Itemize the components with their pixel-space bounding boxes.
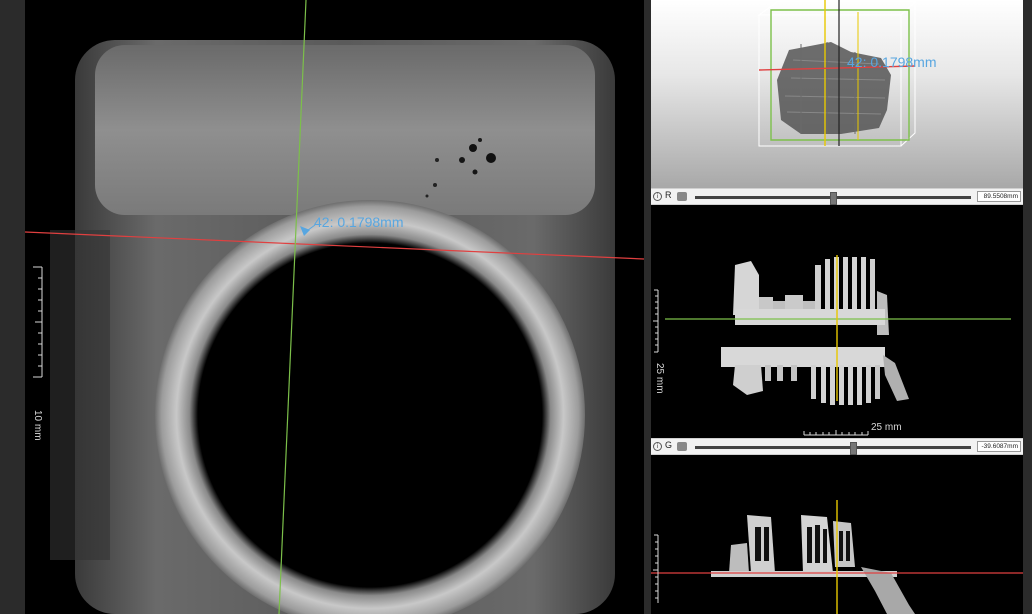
view-3d-canvas[interactable] <box>651 0 1023 188</box>
slider-r-value[interactable]: 89.5508mm <box>977 191 1021 202</box>
main-slice-view[interactable]: 42: 0.1798mm 10 mm <box>25 0 644 614</box>
coronal-object <box>721 257 909 405</box>
slider-g-thumb[interactable] <box>849 442 857 455</box>
side-shadow <box>50 230 110 560</box>
right-edge <box>1023 0 1032 614</box>
coronal-horizontal-scale-label: 25 mm <box>871 422 902 433</box>
sagittal-object <box>711 515 915 614</box>
lock-icon[interactable]: i <box>653 442 662 451</box>
view-coronal-canvas[interactable] <box>651 205 1023 438</box>
sagittal-vertical-ruler <box>653 534 659 603</box>
left-gutter <box>0 0 25 614</box>
slider-r-axis-label: R <box>665 190 672 200</box>
view-coronal[interactable]: 25 mm 25 mm <box>651 205 1023 438</box>
slider-bar-g: i G -39.6087mm <box>651 438 1023 455</box>
main-scale-label: 10 mm <box>32 410 43 441</box>
panel-divider[interactable] <box>644 0 651 614</box>
slider-g-track[interactable] <box>695 446 971 449</box>
coronal-horizontal-ruler <box>803 430 869 436</box>
camera-icon[interactable] <box>677 442 687 451</box>
bore-hole <box>198 243 542 587</box>
view-3d[interactable]: 42: 0.1798mm <box>651 0 1023 188</box>
slider-bar-r: i R 89.5508mm <box>651 188 1023 205</box>
main-slice-canvas[interactable] <box>25 0 644 614</box>
view-sagittal[interactable] <box>651 455 1023 614</box>
coronal-vertical-ruler <box>653 289 659 353</box>
slider-r-thumb[interactable] <box>830 192 838 205</box>
coronal-vertical-scale-label: 25 mm <box>654 363 665 394</box>
upper-block <box>95 45 595 215</box>
right-panel: 42: 0.1798mm i R 89.5508mm 25 mm 25 mm i… <box>651 0 1023 614</box>
ct-viewer-app: 42: 0.1798mm 10 mm 42: 0.1798mm i R 89.5… <box>0 0 1032 614</box>
scale-ruler <box>33 266 43 378</box>
camera-icon[interactable] <box>677 192 687 201</box>
3d-measurement-label[interactable]: 42: 0.1798mm <box>847 54 937 70</box>
slider-g-value[interactable]: -39.6087mm <box>977 441 1021 452</box>
view-sagittal-canvas[interactable] <box>651 455 1023 614</box>
main-measurement-label[interactable]: 42: 0.1798mm <box>314 214 404 230</box>
lock-icon[interactable]: i <box>653 192 662 201</box>
slider-g-axis-label: G <box>665 440 673 450</box>
